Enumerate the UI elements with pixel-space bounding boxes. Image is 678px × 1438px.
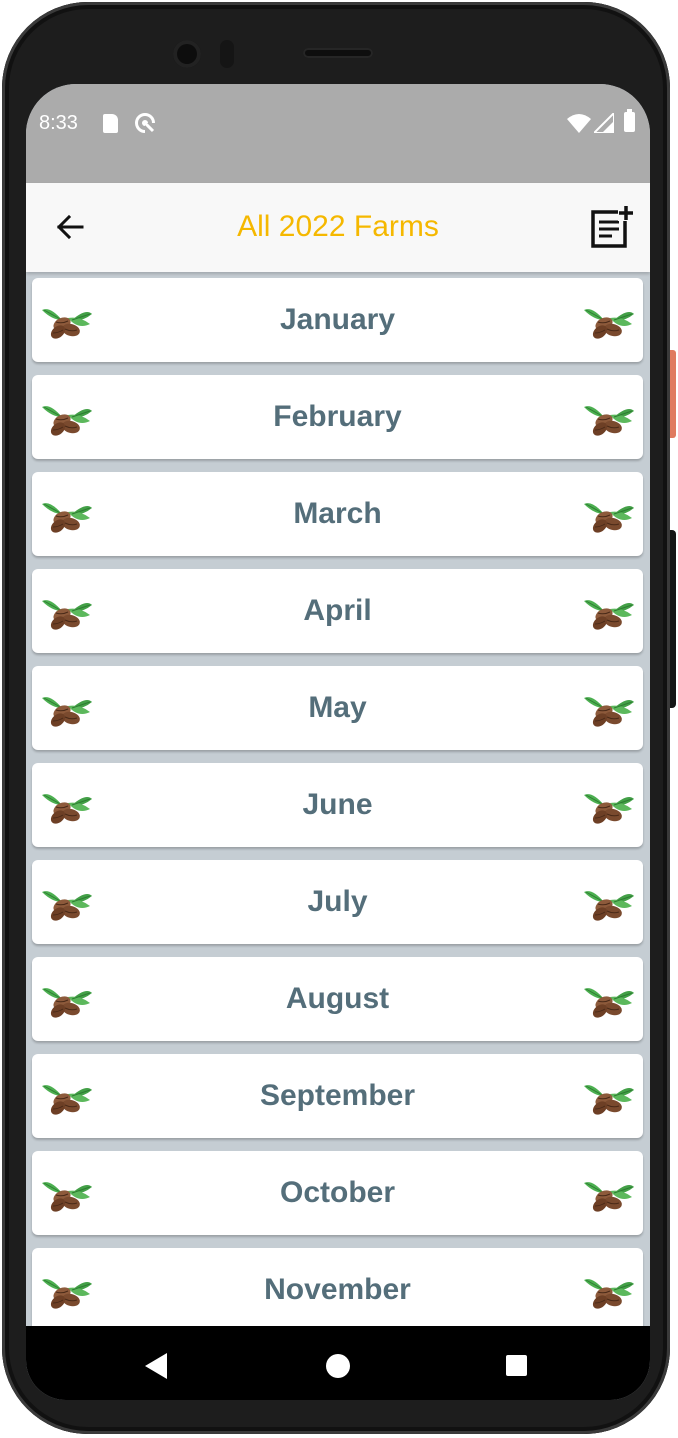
month-list-item[interactable]: February: [32, 375, 643, 459]
navigation-bar: [26, 1326, 650, 1400]
cocoa-bean-icon: [584, 302, 634, 340]
month-label: July: [307, 885, 368, 918]
month-label: August: [285, 982, 390, 1015]
app-bar: All 2022 Farms: [26, 183, 650, 272]
page-title: All 2022 Farms: [237, 210, 439, 243]
month-list-item[interactable]: April: [32, 569, 643, 653]
month-label: January: [279, 303, 396, 336]
cocoa-bean-icon: [584, 399, 634, 437]
earpiece-speaker: [303, 48, 373, 58]
month-label: October: [279, 1176, 396, 1209]
wifi-icon: [567, 114, 591, 133]
cocoa-bean-icon: [584, 1078, 634, 1116]
cocoa-bean-icon: [584, 593, 634, 631]
month-list-item[interactable]: June: [32, 763, 643, 847]
nav-recents-icon[interactable]: [506, 1355, 527, 1376]
screen: 8:33 All 2022 Farms January February Mar…: [26, 84, 650, 1400]
month-list-item[interactable]: July: [32, 860, 643, 944]
signal-icon: [594, 113, 614, 133]
cocoa-bean-icon: [584, 690, 634, 728]
status-bar: 8:33: [26, 84, 650, 183]
status-time: 8:33: [39, 112, 78, 134]
month-label: February: [273, 400, 402, 433]
sd-card-icon: [103, 114, 118, 133]
month-label: May: [308, 691, 367, 724]
month-label: September: [259, 1079, 416, 1112]
sensor: [220, 40, 234, 68]
month-label: November: [264, 1273, 411, 1306]
cocoa-bean-icon: [584, 496, 634, 534]
month-list-item[interactable]: January: [32, 278, 643, 362]
cocoa-bean-icon: [584, 1272, 634, 1310]
cocoa-bean-icon: [584, 981, 634, 1019]
cocoa-bean-icon: [584, 1175, 634, 1213]
month-list-item[interactable]: May: [32, 666, 643, 750]
cocoa-bean-icon: [584, 884, 634, 922]
month-list-item[interactable]: November: [32, 1248, 643, 1332]
month-list-item[interactable]: August: [32, 957, 643, 1041]
note-add-icon[interactable]: [590, 203, 636, 249]
nav-back-icon[interactable]: [145, 1353, 167, 1379]
sync-icon: [135, 113, 155, 133]
cocoa-bean-icon: [584, 787, 634, 825]
month-list-item[interactable]: March: [32, 472, 643, 556]
volume-button: [670, 530, 676, 708]
nav-home-icon[interactable]: [326, 1354, 350, 1378]
month-label: June: [302, 788, 373, 821]
front-camera: [173, 40, 201, 68]
month-list-item[interactable]: September: [32, 1054, 643, 1138]
power-button: [670, 350, 676, 438]
month-label: March: [293, 497, 382, 530]
month-list-item[interactable]: October: [32, 1151, 643, 1235]
battery-icon: [624, 109, 635, 132]
month-label: April: [303, 594, 372, 627]
